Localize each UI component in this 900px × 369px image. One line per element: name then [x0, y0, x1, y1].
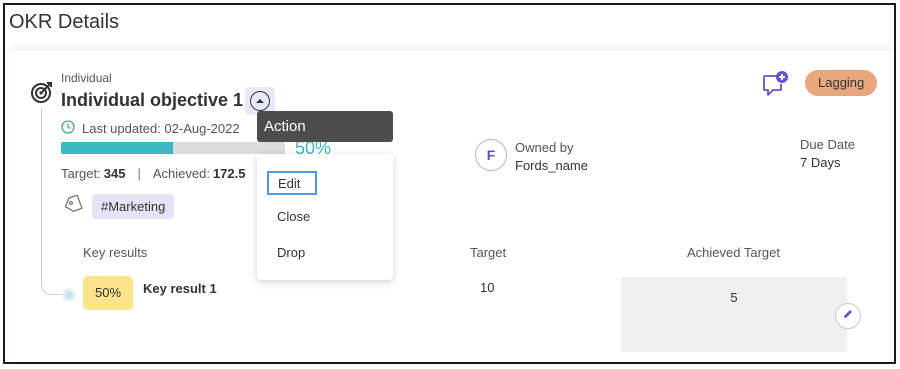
key-result-node-dot [62, 288, 76, 302]
column-header-target: Target [470, 245, 507, 260]
target-icon [30, 80, 54, 104]
stats-separator: | [137, 166, 141, 181]
objective-tag[interactable]: #Marketing [92, 194, 175, 219]
target-achieved-stats: Target: 345 | Achieved: 172.5 [61, 166, 245, 181]
key-result-achieved-box: 5 [621, 277, 847, 352]
objective-card: Individual Individual objective 1 Last u… [13, 49, 894, 362]
key-result-percent: 50% [83, 276, 133, 310]
menu-item-drop[interactable]: Drop [267, 242, 305, 266]
status-badge: Lagging [805, 70, 878, 96]
objective-title: Individual objective 1 [61, 90, 244, 110]
progress-fill [61, 142, 173, 154]
column-header-achieved-target: Achieved Target [687, 245, 780, 260]
owner-label: Owned by [515, 140, 574, 155]
clock-icon [61, 120, 75, 137]
last-updated: Last updated: 02-Aug-2022 [61, 120, 240, 137]
owner-avatar: F [475, 139, 507, 171]
last-updated-text: Last updated: 02-Aug-2022 [82, 121, 240, 136]
pencil-icon [842, 307, 854, 325]
achieved-value: 172.5 [212, 166, 246, 181]
key-result-target: 10 [480, 280, 495, 295]
okr-details-window: OKR Details Individual Individual object… [3, 3, 896, 364]
action-menu: Edit Close Drop [257, 154, 393, 280]
comment-add-icon[interactable] [761, 70, 789, 103]
key-result-achieved-value: 5 [730, 290, 738, 305]
page-title: OKR Details [9, 11, 120, 33]
objective-type: Individual [61, 71, 112, 85]
due-date-value: 7 Days [800, 155, 841, 170]
target-value: 345 [103, 166, 126, 181]
chevron-up-icon [250, 91, 270, 111]
key-result-name: Key result 1 [143, 281, 217, 296]
edit-achieved-button[interactable] [835, 303, 861, 329]
progress-bar [61, 142, 285, 154]
menu-item-close[interactable]: Close [267, 206, 310, 230]
tag-icon [63, 194, 83, 218]
due-date-label: Due Date [800, 137, 855, 152]
menu-item-edit[interactable]: Edit [267, 171, 317, 195]
action-tooltip: Action [257, 111, 393, 142]
target-label: Target: [61, 166, 101, 181]
achieved-label: Achieved: [152, 166, 210, 181]
column-header-key-results: Key results [83, 245, 148, 260]
owner-name: Fords_name [515, 158, 588, 173]
